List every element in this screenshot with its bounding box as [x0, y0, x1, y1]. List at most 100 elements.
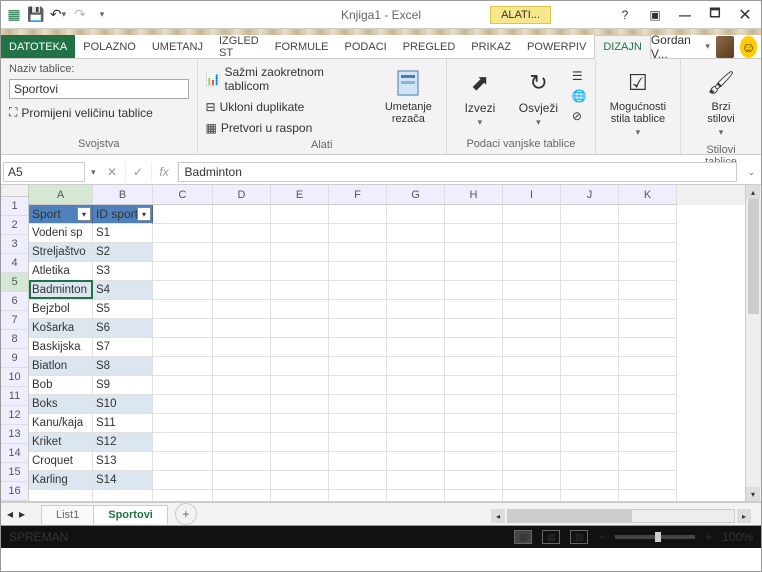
row-header-10[interactable]: 10 — [1, 368, 29, 387]
col-header-E[interactable]: E — [271, 185, 329, 205]
cell-E8[interactable] — [271, 338, 329, 357]
cell-D15[interactable] — [213, 471, 271, 490]
cell-C10[interactable] — [153, 376, 213, 395]
cell-G11[interactable] — [387, 395, 445, 414]
namebox-dropdown-icon[interactable]: ▾ — [87, 167, 100, 178]
export-button[interactable]: ⬈ Izvezi▾ — [455, 63, 505, 132]
cell-K4[interactable] — [619, 262, 677, 281]
cell-E11[interactable] — [271, 395, 329, 414]
cell-F1[interactable] — [329, 205, 387, 224]
cell-B15[interactable]: S14 — [93, 471, 153, 490]
cell-H13[interactable] — [445, 433, 503, 452]
cell-A14[interactable]: Croquet — [29, 452, 93, 471]
cell-J13[interactable] — [561, 433, 619, 452]
cancel-icon[interactable]: ✕ — [100, 162, 126, 182]
col-header-B[interactable]: B — [93, 185, 153, 205]
cell-D8[interactable] — [213, 338, 271, 357]
cell-D10[interactable] — [213, 376, 271, 395]
cell-K2[interactable] — [619, 224, 677, 243]
row-header-7[interactable]: 7 — [1, 311, 29, 330]
col-header-C[interactable]: C — [153, 185, 213, 205]
sheet-tab-list1[interactable]: List1 — [41, 505, 94, 524]
tab-podaci[interactable]: PODACI — [337, 35, 395, 58]
cell-J16[interactable] — [561, 490, 619, 501]
tab-prikaz[interactable]: PRIKAZ — [463, 35, 519, 58]
cell-A16[interactable] — [29, 490, 93, 501]
cell-H3[interactable] — [445, 243, 503, 262]
cell-G15[interactable] — [387, 471, 445, 490]
cell-J11[interactable] — [561, 395, 619, 414]
col-header-A[interactable]: A — [29, 185, 93, 205]
style-options-button[interactable]: ☑ Mogućnosti stila tablice▾ — [604, 63, 672, 142]
feedback-icon[interactable]: ☺ — [740, 36, 758, 58]
help-icon[interactable]: ? — [613, 5, 637, 25]
pivot-button[interactable]: 📊Sažmi zaokretnom tablicom — [206, 63, 371, 95]
sheet-next-icon[interactable]: ▸ — [19, 507, 25, 521]
tab-izgled[interactable]: IZGLED ST — [211, 35, 267, 58]
cell-B3[interactable]: S2 — [93, 243, 153, 262]
remove-dup-button[interactable]: ⊟Ukloni duplikate — [206, 98, 371, 116]
row-header-8[interactable]: 8 — [1, 330, 29, 349]
cell-I3[interactable] — [503, 243, 561, 262]
cell-E12[interactable] — [271, 414, 329, 433]
qat-dropdown-icon[interactable]: ▾ — [93, 6, 111, 24]
cell-D1[interactable] — [213, 205, 271, 224]
cell-A13[interactable]: Kriket — [29, 433, 93, 452]
row-header-13[interactable]: 13 — [1, 425, 29, 444]
cell-F7[interactable] — [329, 319, 387, 338]
scroll-right-icon[interactable]: ▸ — [737, 509, 751, 523]
cell-G13[interactable] — [387, 433, 445, 452]
name-box[interactable] — [3, 162, 85, 182]
cell-H11[interactable] — [445, 395, 503, 414]
zoom-slider[interactable] — [615, 535, 695, 539]
cell-C4[interactable] — [153, 262, 213, 281]
zoom-out-icon[interactable]: − — [598, 530, 605, 544]
scroll-down-icon[interactable]: ▾ — [746, 487, 760, 501]
cell-J8[interactable] — [561, 338, 619, 357]
cell-H7[interactable] — [445, 319, 503, 338]
cell-F2[interactable] — [329, 224, 387, 243]
cell-H8[interactable] — [445, 338, 503, 357]
cell-D9[interactable] — [213, 357, 271, 376]
cell-D5[interactable] — [213, 281, 271, 300]
cell-F13[interactable] — [329, 433, 387, 452]
cell-J7[interactable] — [561, 319, 619, 338]
cell-A15[interactable]: Karling — [29, 471, 93, 490]
cell-I8[interactable] — [503, 338, 561, 357]
browser-icon[interactable]: 🌐 — [572, 89, 587, 103]
cell-I16[interactable] — [503, 490, 561, 501]
horizontal-scrollbar[interactable]: ◂ ▸ — [491, 509, 751, 523]
cell-D3[interactable] — [213, 243, 271, 262]
cell-C12[interactable] — [153, 414, 213, 433]
cell-E10[interactable] — [271, 376, 329, 395]
cell-G8[interactable] — [387, 338, 445, 357]
cell-F5[interactable] — [329, 281, 387, 300]
row-header-14[interactable]: 14 — [1, 444, 29, 463]
cell-E16[interactable] — [271, 490, 329, 501]
user-area[interactable]: Gordan V...▾ ☺ — [651, 35, 762, 58]
cell-D14[interactable] — [213, 452, 271, 471]
cell-G9[interactable] — [387, 357, 445, 376]
cell-A6[interactable]: Bejzbol — [29, 300, 93, 319]
cell-G10[interactable] — [387, 376, 445, 395]
cell-B16[interactable] — [93, 490, 153, 501]
col-header-G[interactable]: G — [387, 185, 445, 205]
row-header-5[interactable]: 5 — [1, 273, 29, 292]
row-header-3[interactable]: 3 — [1, 235, 29, 254]
redo-icon[interactable]: ↷ — [71, 6, 89, 24]
cell-I5[interactable] — [503, 281, 561, 300]
cell-A5[interactable]: Badminton — [29, 281, 93, 300]
cell-B4[interactable]: S3 — [93, 262, 153, 281]
cell-G2[interactable] — [387, 224, 445, 243]
minimize-icon[interactable]: — — [673, 5, 697, 25]
tab-datoteka[interactable]: DATOTEKA — [1, 35, 75, 58]
cell-I15[interactable] — [503, 471, 561, 490]
cell-K10[interactable] — [619, 376, 677, 395]
cell-C13[interactable] — [153, 433, 213, 452]
cell-G7[interactable] — [387, 319, 445, 338]
cell-K8[interactable] — [619, 338, 677, 357]
cell-D2[interactable] — [213, 224, 271, 243]
cell-F3[interactable] — [329, 243, 387, 262]
filter-B-icon[interactable]: ▾ — [137, 207, 151, 221]
ribbon-options-icon[interactable]: ▣ — [643, 5, 667, 25]
